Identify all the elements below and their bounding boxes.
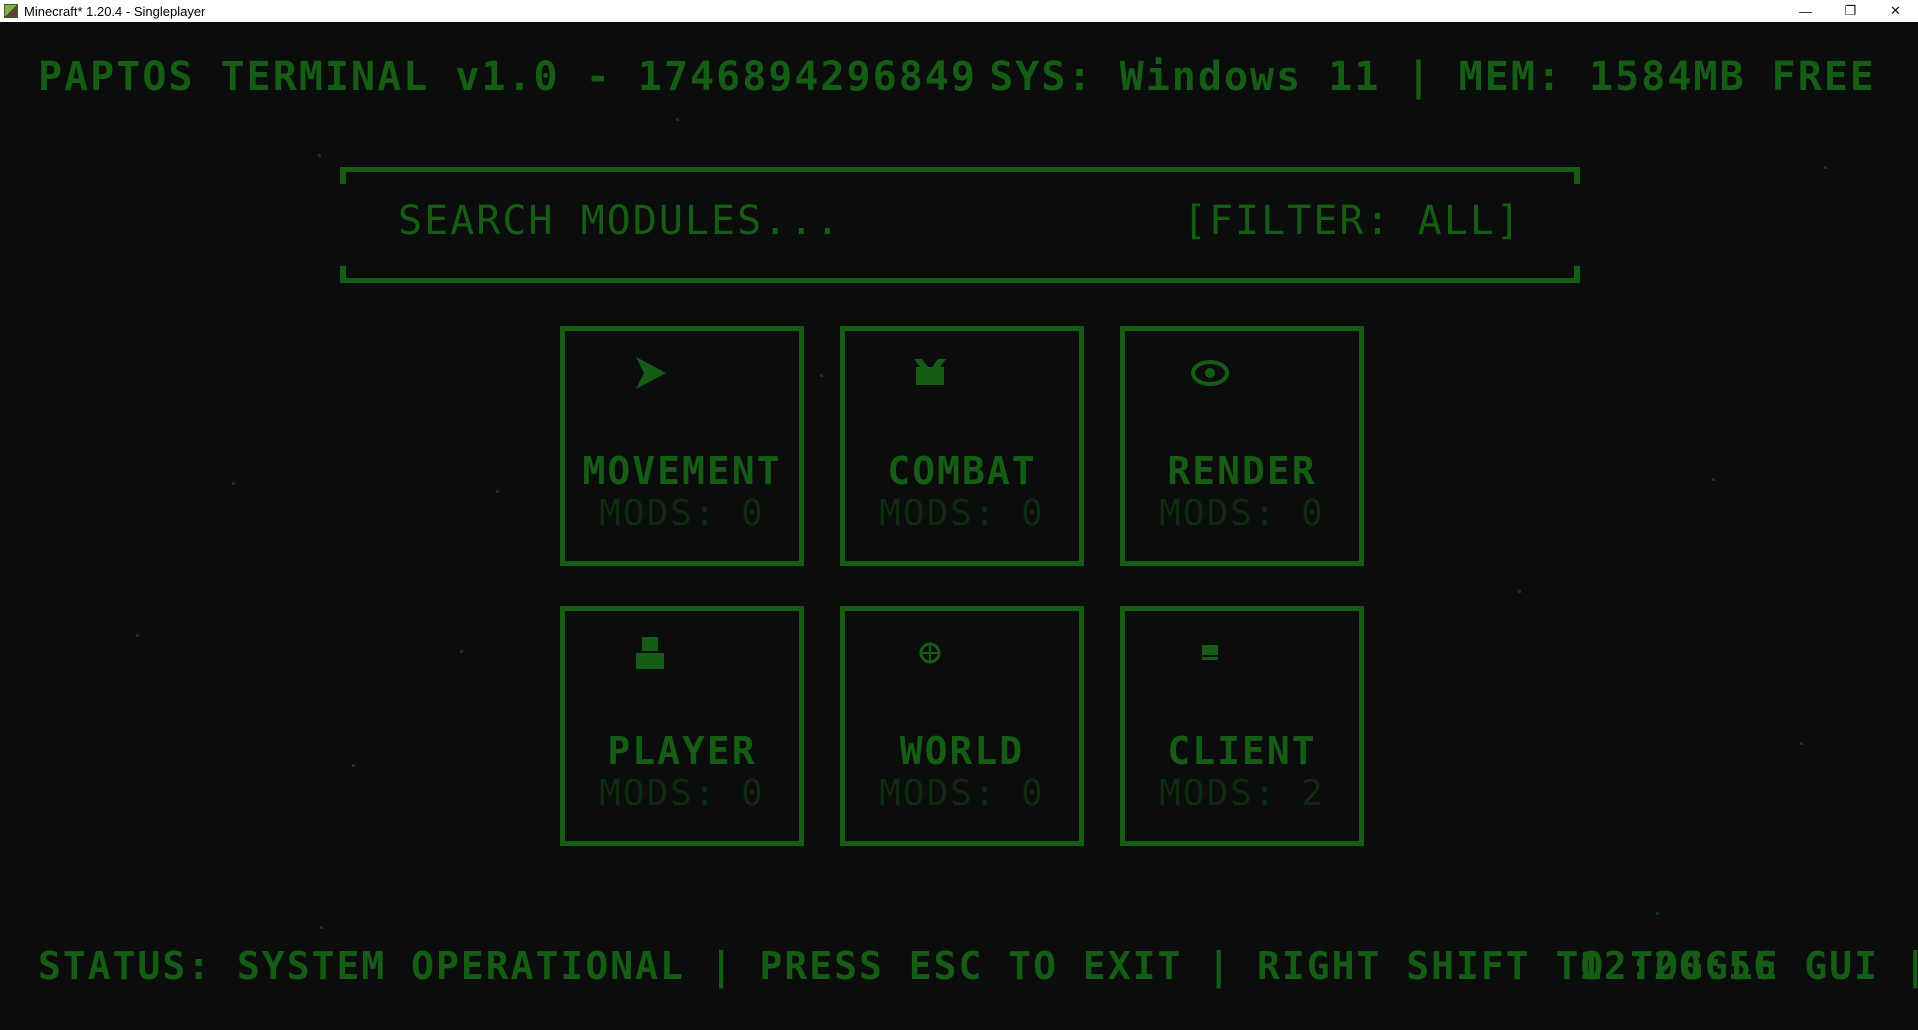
maximize-button[interactable]: ❐: [1828, 0, 1873, 22]
terminal-title: PAPTOS TERMINAL v1.0 - 1746894296849: [38, 54, 977, 100]
window-controls: — ❐ ✕: [1783, 0, 1918, 22]
search-bar[interactable]: SEARCH MODULES... [FILTER: ALL]: [340, 167, 1580, 283]
star-dot: [318, 154, 321, 157]
window-titlebar: Minecraft* 1.20.4 - Singleplayer — ❐ ✕: [0, 0, 1918, 22]
star-dot: [1824, 166, 1827, 169]
monitor-icon: [1190, 633, 1230, 673]
star-dot: [1656, 912, 1659, 915]
category-mod-count: MODS: 2: [1159, 773, 1325, 814]
star-dot: [1518, 590, 1521, 593]
sword-icon: [910, 353, 950, 393]
category-name: COMBAT: [887, 449, 1037, 493]
category-mod-count: MODS: 0: [879, 493, 1045, 534]
search-input[interactable]: SEARCH MODULES...: [398, 198, 841, 244]
star-dot: [320, 926, 323, 929]
window-title: Minecraft* 1.20.4 - Singleplayer: [24, 3, 206, 19]
close-button[interactable]: ✕: [1873, 0, 1918, 22]
person-icon: [630, 633, 670, 673]
star-dot: [496, 490, 499, 493]
search-bar-corner: [340, 266, 346, 278]
category-name: MOVEMENT: [582, 449, 782, 493]
minecraft-icon: [4, 4, 18, 18]
category-tile-world[interactable]: WORLD MODS: 0: [840, 606, 1084, 846]
star-dot: [136, 634, 139, 637]
star-dot: [352, 764, 355, 767]
star-dot: [1712, 478, 1715, 481]
category-mod-count: MODS: 0: [599, 773, 765, 814]
category-name: CLIENT: [1167, 729, 1317, 773]
category-tile-movement[interactable]: MOVEMENT MODS: 0: [560, 326, 804, 566]
star-dot: [1800, 742, 1803, 745]
category-mod-count: MODS: 0: [599, 493, 765, 534]
search-bar-corner: [1574, 266, 1580, 278]
star-dot: [232, 482, 235, 485]
category-tile-combat[interactable]: COMBAT MODS: 0: [840, 326, 1084, 566]
globe-icon: [910, 633, 950, 673]
eye-icon: [1190, 353, 1230, 393]
star-dot: [676, 118, 679, 121]
star-dot: [820, 374, 823, 377]
minimize-button[interactable]: —: [1783, 0, 1828, 22]
category-tile-client[interactable]: CLIENT MODS: 2: [1120, 606, 1364, 846]
terminal-screen: PAPTOS TERMINAL v1.0 - 1746894296849 SYS…: [0, 22, 1918, 1030]
category-tile-render[interactable]: RENDER MODS: 0: [1120, 326, 1364, 566]
arrow-icon: [630, 353, 670, 393]
star-dot: [460, 650, 463, 653]
category-mod-count: MODS: 0: [879, 773, 1045, 814]
category-tile-player[interactable]: PLAYER MODS: 0: [560, 606, 804, 846]
filter-button[interactable]: [FILTER: ALL]: [1183, 198, 1522, 244]
category-name: RENDER: [1167, 449, 1317, 493]
clock: 12:20:56: [1578, 944, 1778, 988]
category-name: WORLD: [899, 729, 1025, 773]
category-mod-count: MODS: 0: [1159, 493, 1325, 534]
category-name: PLAYER: [607, 729, 757, 773]
system-info: SYS: Windows 11 | MEM: 1584MB FREE: [989, 54, 1876, 100]
